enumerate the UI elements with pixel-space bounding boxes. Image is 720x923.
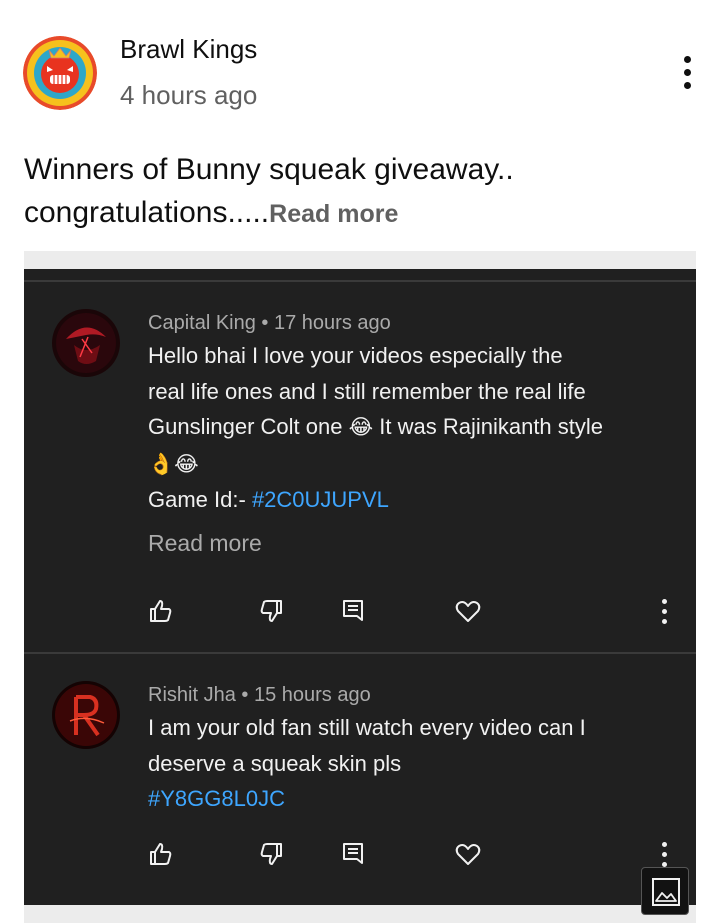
thumbs-up-icon (150, 843, 172, 865)
game-id-line: Game Id:- #2C0UJUPVL (148, 482, 678, 518)
divider (24, 652, 696, 654)
post-header: Brawl Kings 4 hours ago (0, 0, 720, 130)
comment-actions (24, 594, 696, 628)
thumbs-down-icon (260, 600, 282, 622)
dot-icon (662, 599, 667, 604)
thumbs-up-icon (150, 600, 172, 622)
ok-hand-emoji: 👌 (148, 451, 175, 476)
dot-icon (684, 56, 691, 63)
comment-line: 👌😂 (148, 446, 678, 483)
comment-icon (343, 843, 363, 864)
avatar-image (52, 309, 120, 377)
comment-read-more[interactable]: Read more (148, 530, 262, 557)
comment-author[interactable]: Rishit Jha (148, 684, 236, 706)
reply-button[interactable] (336, 594, 370, 628)
comment-icon (343, 600, 363, 621)
dot-icon (662, 619, 667, 624)
comment-actions (24, 837, 696, 871)
comment-time: 17 hours ago (273, 312, 391, 334)
like-button[interactable] (144, 837, 178, 871)
dislike-button[interactable] (254, 594, 288, 628)
commenter-avatar (52, 681, 120, 749)
heart-button[interactable] (451, 837, 485, 871)
heart-button[interactable] (451, 594, 485, 628)
laughing-emoji: 😂 (348, 415, 374, 439)
like-button[interactable] (144, 594, 178, 628)
comment-text: Hello bhai I love your videos especially… (148, 338, 678, 518)
dot-icon (662, 842, 667, 847)
comment-line: I am your old fan still watch every vide… (148, 715, 586, 740)
comment-line: Hello bhai I love your videos especially… (148, 343, 563, 368)
comment-line: Gunslinger Colt one 😂 It was Rajinikanth… (148, 414, 604, 439)
avatar-image (52, 681, 120, 749)
comment-author[interactable]: Capital King (148, 312, 256, 334)
post-image[interactable]: Capital King • 17 hours ago Hello bhai I… (24, 269, 696, 905)
reply-button[interactable] (336, 837, 370, 871)
game-id-hashtag[interactable]: #2C0UJUPVL (252, 487, 389, 512)
comment-time: 15 hours ago (253, 684, 371, 706)
comment-more-button[interactable] (647, 837, 681, 871)
thumbs-down-icon (260, 843, 282, 865)
post-text: Winners of Bunny squeak giveaway.. congr… (24, 148, 704, 236)
laughing-emoji: 😂 (174, 451, 199, 476)
separator: • (241, 684, 249, 706)
comment-more-button[interactable] (647, 594, 681, 628)
comment-meta: Rishit Jha • 15 hours ago (148, 684, 371, 707)
image-icon (652, 878, 680, 906)
comment-meta: Capital King • 17 hours ago (148, 312, 391, 335)
dot-icon (684, 69, 691, 76)
heart-icon (455, 844, 481, 865)
read-more-link[interactable]: Read more (269, 200, 398, 228)
brawl-kings-logo (23, 36, 97, 110)
channel-avatar[interactable] (23, 36, 97, 110)
dot-icon (662, 609, 667, 614)
post-more-menu-button[interactable] (676, 54, 700, 92)
heart-icon (455, 601, 481, 622)
game-id-label: Game Id:- (148, 487, 246, 512)
post-timestamp: 4 hours ago (120, 80, 258, 110)
separator: • (261, 312, 269, 334)
dot-icon (662, 852, 667, 857)
channel-name[interactable]: Brawl Kings (120, 34, 257, 65)
dot-icon (684, 82, 691, 89)
comment-line: deserve a squeak skin pls (148, 750, 402, 776)
dislike-button[interactable] (254, 837, 288, 871)
comment-text: I am your old fan still watch every vide… (148, 710, 678, 817)
game-id-hashtag[interactable]: #Y8GG8L0JC (148, 781, 678, 817)
divider (24, 280, 696, 282)
image-gallery-button[interactable] (641, 867, 689, 915)
comment-line: real life ones and I still remember the … (148, 378, 586, 404)
commenter-avatar (52, 309, 120, 377)
